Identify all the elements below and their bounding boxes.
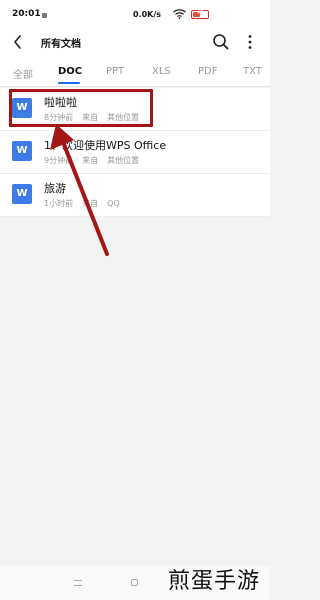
watermark: 煎蛋手游 bbox=[168, 569, 261, 594]
file-source-prefix: 来自 bbox=[82, 199, 99, 208]
back-arrow-icon[interactable] bbox=[12, 34, 24, 50]
file-time: 1小时前 bbox=[44, 199, 74, 208]
battery-level: 47 bbox=[196, 10, 204, 16]
active-tab-indicator bbox=[58, 82, 80, 84]
file-row[interactable]: W 旅游 1小时前 来自 QQ bbox=[0, 174, 270, 217]
tab-xls[interactable]: XLS bbox=[152, 66, 171, 77]
annotation-highlight-box bbox=[9, 89, 153, 127]
file-row[interactable]: W 1、欢迎使用WPS Office 9分钟前 来自 其他位置 bbox=[0, 131, 270, 174]
app-bar: 所有文档 bbox=[0, 30, 270, 56]
battery-icon: 47 bbox=[191, 10, 209, 19]
file-meta: 1小时前 来自 QQ bbox=[44, 198, 129, 209]
file-time: 9分钟前 bbox=[44, 156, 74, 165]
file-source-prefix: 来自 bbox=[82, 156, 99, 165]
tab-doc[interactable]: DOC bbox=[58, 66, 82, 77]
tab-all[interactable]: 全部 bbox=[13, 66, 33, 81]
file-type-tabs: 全部 DOC PPT XLS PDF TXT bbox=[0, 56, 270, 87]
status-time: 20:01 bbox=[12, 9, 41, 19]
file-source: QQ bbox=[107, 199, 120, 208]
file-name: 1、欢迎使用WPS Office bbox=[44, 139, 167, 152]
page-title: 所有文档 bbox=[41, 39, 81, 50]
search-icon[interactable] bbox=[212, 33, 230, 51]
home-icon[interactable] bbox=[131, 579, 138, 586]
notification-dot-icon bbox=[42, 13, 47, 18]
tab-ppt[interactable]: PPT bbox=[106, 66, 124, 77]
file-name: 旅游 bbox=[44, 182, 66, 195]
more-vertical-icon[interactable] bbox=[246, 33, 254, 51]
tab-txt[interactable]: TXT bbox=[243, 66, 262, 77]
wifi-icon bbox=[173, 9, 186, 19]
file-meta: 9分钟前 来自 其他位置 bbox=[44, 155, 148, 166]
network-speed: 0.0K/s bbox=[133, 10, 162, 19]
tab-pdf[interactable]: PDF bbox=[198, 66, 217, 77]
menu-icon[interactable] bbox=[74, 580, 82, 586]
status-bar: 20:01 0.0K/s 47 bbox=[0, 0, 270, 30]
word-doc-icon: W bbox=[12, 141, 32, 161]
word-doc-icon: W bbox=[12, 184, 32, 204]
file-source: 其他位置 bbox=[107, 156, 140, 165]
